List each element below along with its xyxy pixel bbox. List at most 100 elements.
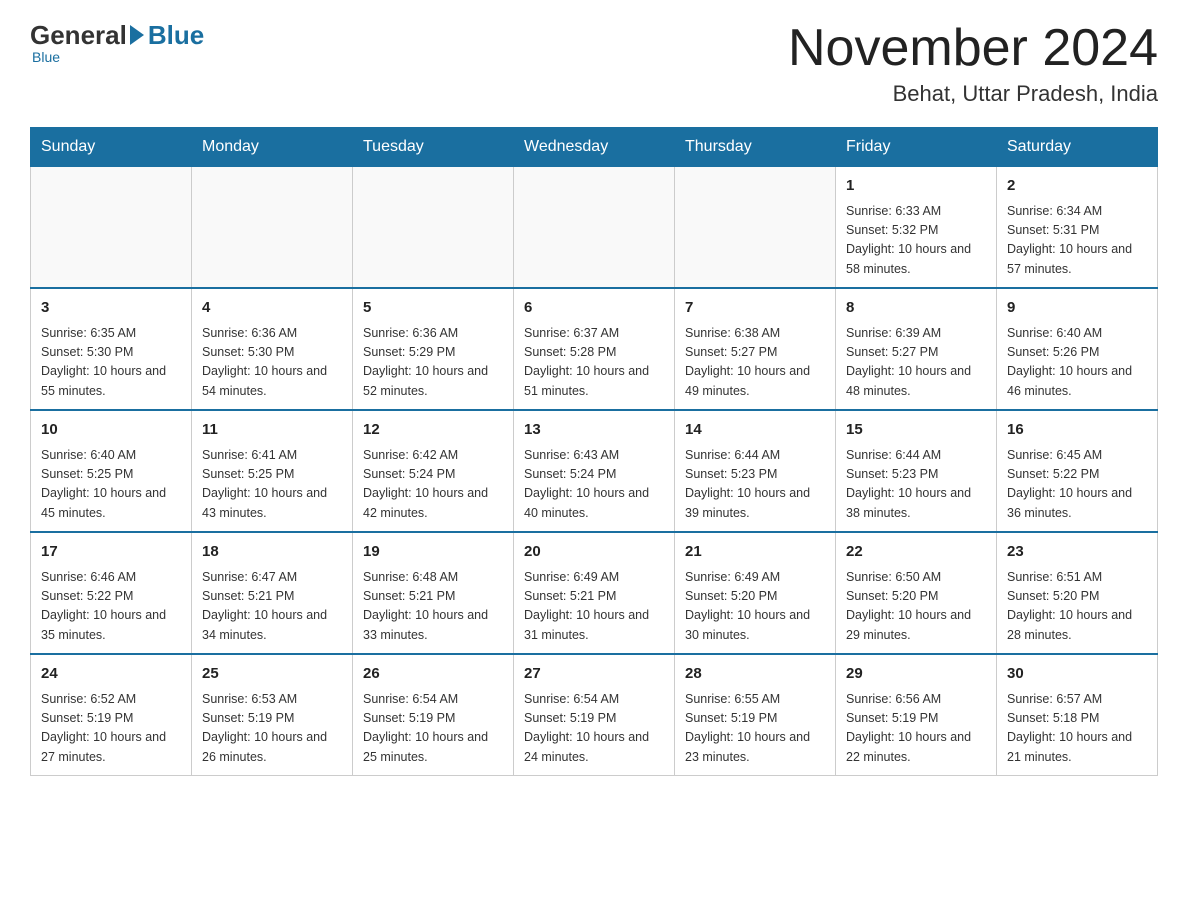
day-number: 13 — [524, 419, 664, 442]
table-row: 23Sunrise: 6:51 AM Sunset: 5:20 PM Dayli… — [997, 532, 1158, 654]
day-info: Sunrise: 6:41 AM Sunset: 5:25 PM Dayligh… — [202, 446, 342, 524]
calendar-week-row: 3Sunrise: 6:35 AM Sunset: 5:30 PM Daylig… — [31, 288, 1158, 410]
table-row: 6 Sunrise: 6:37 AM Sunset: 5:28 PM Daylig… — [514, 288, 675, 410]
day-info: Sunrise: 6:54 AM Sunset: 5:19 PM Dayligh… — [524, 690, 664, 768]
logo: General Blue Blue — [30, 20, 204, 65]
header-monday: Monday — [192, 128, 353, 167]
table-row: 21Sunrise: 6:49 AM Sunset: 5:20 PM Dayli… — [675, 532, 836, 654]
table-row — [31, 167, 192, 289]
table-row: 30 Sunrise: 6:57 AM Sunset: 5:18 PM Dayli… — [997, 654, 1158, 776]
day-number: 1 — [846, 175, 986, 198]
day-info: Sunrise: 6:52 AM Sunset: 5:19 PM Dayligh… — [41, 690, 181, 768]
table-row: 20 Sunrise: 6:49 AM Sunset: 5:21 PM Dayli… — [514, 532, 675, 654]
table-row: 10Sunrise: 6:40 AM Sunset: 5:25 PM Dayli… — [31, 410, 192, 532]
day-number: 2 — [1007, 175, 1147, 198]
logo-blue-text: Blue — [148, 20, 204, 51]
day-number: 30 — [1007, 663, 1147, 686]
day-info: Sunrise: 6:35 AM Sunset: 5:30 PM Dayligh… — [41, 324, 181, 402]
day-info: Sunrise: 6:38 AM Sunset: 5:27 PM Dayligh… — [685, 324, 825, 402]
table-row: 25Sunrise: 6:53 AM Sunset: 5:19 PM Dayli… — [192, 654, 353, 776]
table-row — [514, 167, 675, 289]
day-info: Sunrise: 6:46 AM Sunset: 5:22 PM Dayligh… — [41, 568, 181, 646]
day-number: 29 — [846, 663, 986, 686]
table-row: 7Sunrise: 6:38 AM Sunset: 5:27 PM Daylig… — [675, 288, 836, 410]
day-number: 23 — [1007, 541, 1147, 564]
logo-triangle-icon — [130, 25, 144, 45]
month-title: November 2024 — [788, 20, 1158, 77]
table-row: 5 Sunrise: 6:36 AM Sunset: 5:29 PM Daylig… — [353, 288, 514, 410]
table-row: 22 Sunrise: 6:50 AM Sunset: 5:20 PM Dayli… — [836, 532, 997, 654]
table-row — [353, 167, 514, 289]
header-saturday: Saturday — [997, 128, 1158, 167]
day-number: 5 — [363, 297, 503, 320]
logo-general-text: General — [30, 20, 127, 51]
day-number: 9 — [1007, 297, 1147, 320]
day-info: Sunrise: 6:49 AM Sunset: 5:21 PM Dayligh… — [524, 568, 664, 646]
calendar-week-row: 10Sunrise: 6:40 AM Sunset: 5:25 PM Dayli… — [31, 410, 1158, 532]
day-number: 8 — [846, 297, 986, 320]
table-row: 28 Sunrise: 6:55 AM Sunset: 5:19 PM Dayli… — [675, 654, 836, 776]
day-number: 22 — [846, 541, 986, 564]
location-title: Behat, Uttar Pradesh, India — [788, 81, 1158, 107]
day-number: 17 — [41, 541, 181, 564]
day-info: Sunrise: 6:44 AM Sunset: 5:23 PM Dayligh… — [846, 446, 986, 524]
header-friday: Friday — [836, 128, 997, 167]
table-row: 24 Sunrise: 6:52 AM Sunset: 5:19 PM Dayli… — [31, 654, 192, 776]
day-info: Sunrise: 6:53 AM Sunset: 5:19 PM Dayligh… — [202, 690, 342, 768]
day-info: Sunrise: 6:36 AM Sunset: 5:30 PM Dayligh… — [202, 324, 342, 402]
day-info: Sunrise: 6:34 AM Sunset: 5:31 PM Dayligh… — [1007, 202, 1147, 280]
day-number: 11 — [202, 419, 342, 442]
day-number: 24 — [41, 663, 181, 686]
calendar-week-row: 24 Sunrise: 6:52 AM Sunset: 5:19 PM Dayli… — [31, 654, 1158, 776]
calendar-week-row: 1Sunrise: 6:33 AM Sunset: 5:32 PM Daylig… — [31, 167, 1158, 289]
day-info: Sunrise: 6:49 AM Sunset: 5:20 PM Dayligh… — [685, 568, 825, 646]
table-row: 15 Sunrise: 6:44 AM Sunset: 5:23 PM Dayli… — [836, 410, 997, 532]
table-row: 3Sunrise: 6:35 AM Sunset: 5:30 PM Daylig… — [31, 288, 192, 410]
day-info: Sunrise: 6:37 AM Sunset: 5:28 PM Dayligh… — [524, 324, 664, 402]
table-row: 16Sunrise: 6:45 AM Sunset: 5:22 PM Dayli… — [997, 410, 1158, 532]
table-row: 27Sunrise: 6:54 AM Sunset: 5:19 PM Dayli… — [514, 654, 675, 776]
table-row: 8 Sunrise: 6:39 AM Sunset: 5:27 PM Daylig… — [836, 288, 997, 410]
table-row — [192, 167, 353, 289]
day-number: 15 — [846, 419, 986, 442]
table-row: 13Sunrise: 6:43 AM Sunset: 5:24 PM Dayli… — [514, 410, 675, 532]
title-block: November 2024 Behat, Uttar Pradesh, Indi… — [788, 20, 1158, 107]
table-row: 26 Sunrise: 6:54 AM Sunset: 5:19 PM Dayli… — [353, 654, 514, 776]
day-number: 19 — [363, 541, 503, 564]
day-number: 4 — [202, 297, 342, 320]
table-row: 29 Sunrise: 6:56 AM Sunset: 5:19 PM Dayli… — [836, 654, 997, 776]
day-info: Sunrise: 6:36 AM Sunset: 5:29 PM Dayligh… — [363, 324, 503, 402]
calendar-week-row: 17 Sunrise: 6:46 AM Sunset: 5:22 PM Dayli… — [31, 532, 1158, 654]
day-info: Sunrise: 6:45 AM Sunset: 5:22 PM Dayligh… — [1007, 446, 1147, 524]
day-info: Sunrise: 6:42 AM Sunset: 5:24 PM Dayligh… — [363, 446, 503, 524]
day-info: Sunrise: 6:50 AM Sunset: 5:20 PM Dayligh… — [846, 568, 986, 646]
day-info: Sunrise: 6:47 AM Sunset: 5:21 PM Dayligh… — [202, 568, 342, 646]
table-row: 12 Sunrise: 6:42 AM Sunset: 5:24 PM Dayli… — [353, 410, 514, 532]
day-number: 12 — [363, 419, 503, 442]
table-row: 2 Sunrise: 6:34 AM Sunset: 5:31 PM Daylig… — [997, 167, 1158, 289]
header-wednesday: Wednesday — [514, 128, 675, 167]
table-row: 17 Sunrise: 6:46 AM Sunset: 5:22 PM Dayli… — [31, 532, 192, 654]
weekday-header-row: Sunday Monday Tuesday Wednesday Thursday… — [31, 128, 1158, 167]
header-sunday: Sunday — [31, 128, 192, 167]
day-number: 26 — [363, 663, 503, 686]
day-info: Sunrise: 6:39 AM Sunset: 5:27 PM Dayligh… — [846, 324, 986, 402]
day-info: Sunrise: 6:56 AM Sunset: 5:19 PM Dayligh… — [846, 690, 986, 768]
day-info: Sunrise: 6:40 AM Sunset: 5:26 PM Dayligh… — [1007, 324, 1147, 402]
header-thursday: Thursday — [675, 128, 836, 167]
day-number: 20 — [524, 541, 664, 564]
logo-subtitle: Blue — [32, 49, 60, 65]
day-number: 6 — [524, 297, 664, 320]
day-number: 28 — [685, 663, 825, 686]
day-info: Sunrise: 6:55 AM Sunset: 5:19 PM Dayligh… — [685, 690, 825, 768]
day-info: Sunrise: 6:54 AM Sunset: 5:19 PM Dayligh… — [363, 690, 503, 768]
table-row: 19Sunrise: 6:48 AM Sunset: 5:21 PM Dayli… — [353, 532, 514, 654]
table-row: 9 Sunrise: 6:40 AM Sunset: 5:26 PM Daylig… — [997, 288, 1158, 410]
page-header: General Blue Blue November 2024 Behat, U… — [30, 20, 1158, 107]
table-row: 14Sunrise: 6:44 AM Sunset: 5:23 PM Dayli… — [675, 410, 836, 532]
day-info: Sunrise: 6:57 AM Sunset: 5:18 PM Dayligh… — [1007, 690, 1147, 768]
table-row: 18Sunrise: 6:47 AM Sunset: 5:21 PM Dayli… — [192, 532, 353, 654]
day-info: Sunrise: 6:40 AM Sunset: 5:25 PM Dayligh… — [41, 446, 181, 524]
table-row: 11 Sunrise: 6:41 AM Sunset: 5:25 PM Dayli… — [192, 410, 353, 532]
table-row — [675, 167, 836, 289]
